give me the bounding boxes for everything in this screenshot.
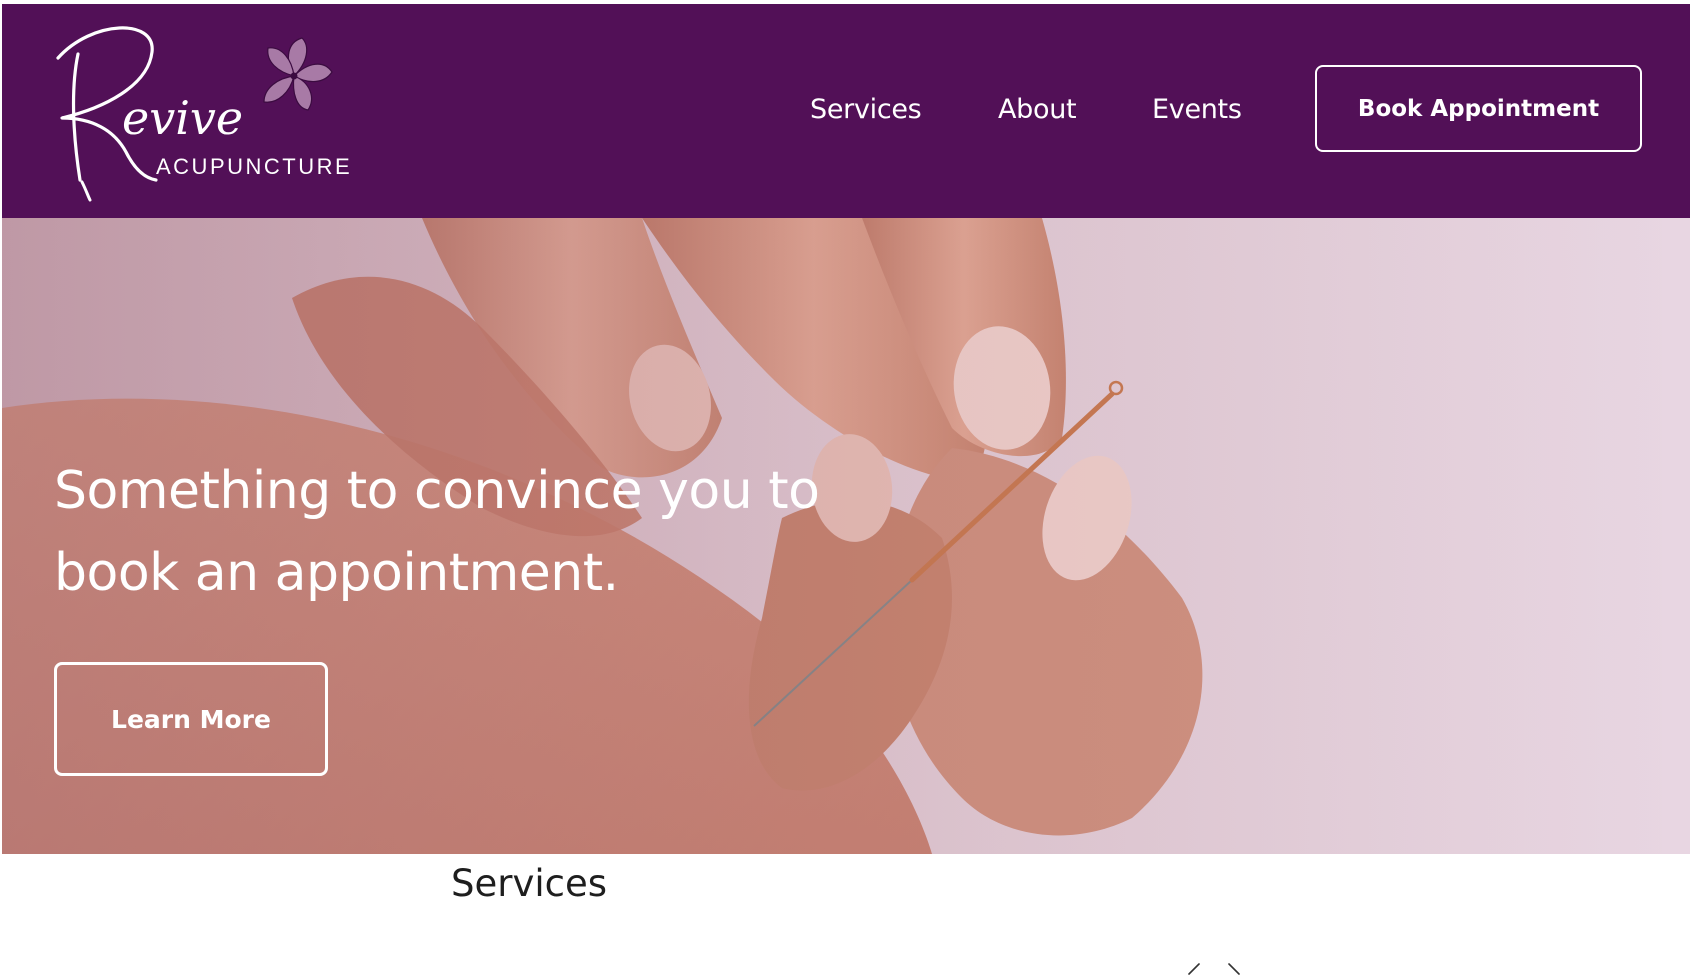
services-section-title: Services: [451, 862, 608, 905]
logo-script-evive: evive: [122, 91, 243, 145]
site-header: evive ACUPUNCTURE Services About Events …: [2, 4, 1690, 218]
nav-events[interactable]: Events: [1152, 94, 1242, 125]
logo-graphic: evive: [56, 26, 333, 202]
site-logo[interactable]: evive ACUPUNCTURE: [52, 22, 362, 212]
nav-services[interactable]: Services: [810, 94, 922, 125]
logo-subtitle: ACUPUNCTURE: [156, 154, 353, 179]
flower-icon: [263, 37, 333, 111]
book-appointment-button[interactable]: Book Appointment: [1315, 65, 1642, 152]
chevron-right-icon[interactable]: [1225, 960, 1243, 975]
chevron-left-icon[interactable]: [1185, 960, 1203, 975]
hero-heading: Something to convince you to book an app…: [54, 461, 820, 603]
hero-section: Something to convince you to book an app…: [2, 218, 1690, 854]
page: evive ACUPUNCTURE Services About Events …: [0, 0, 1690, 975]
nav-about[interactable]: About: [998, 94, 1077, 125]
learn-more-button[interactable]: Learn More: [54, 662, 328, 776]
